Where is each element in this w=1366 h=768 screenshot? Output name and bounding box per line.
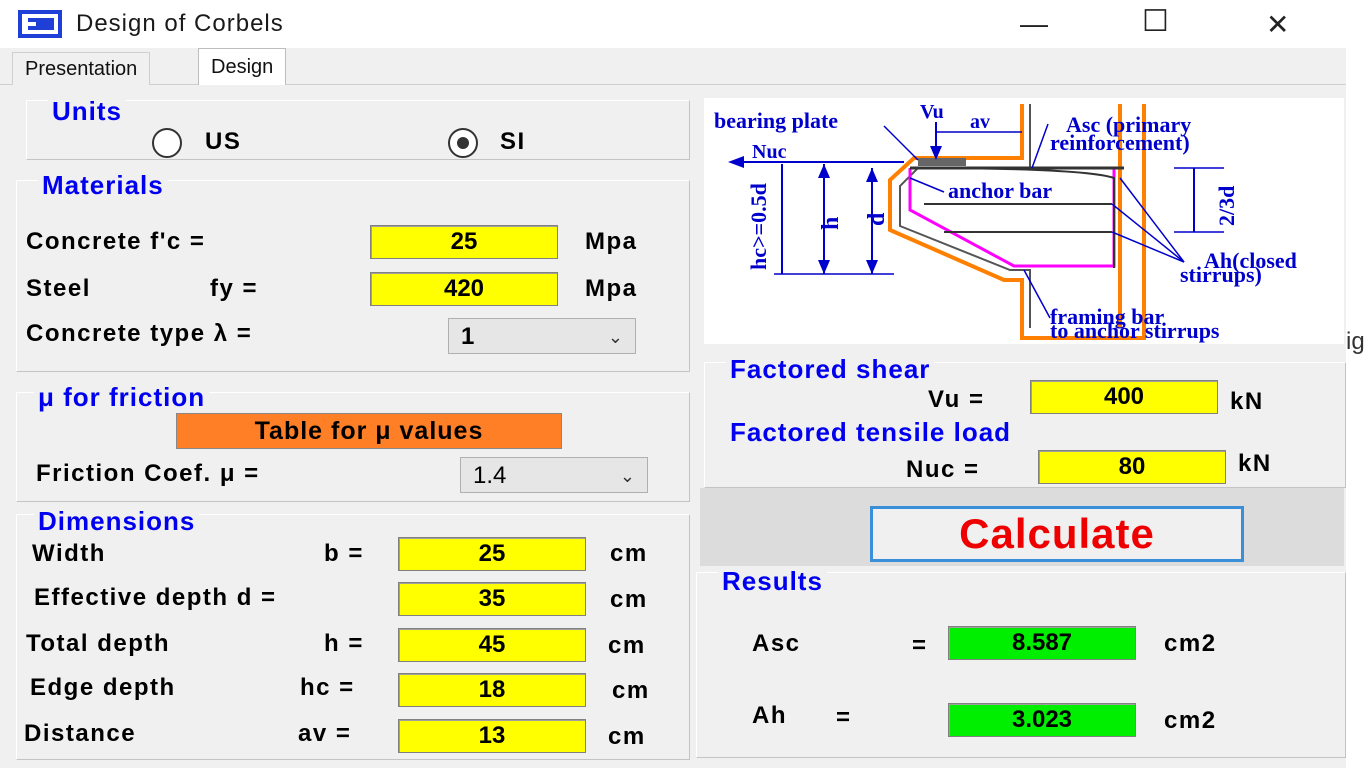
us-radio[interactable] [152,128,182,158]
ah-output: 3.023 [948,703,1136,737]
vu-unit: kN [1230,388,1264,415]
concrete-type-value: 1 [461,323,475,350]
friction-title: μ for friction [34,382,210,413]
chevron-down-icon: ⌄ [607,327,623,347]
background-text: ig [1346,328,1365,355]
close-button[interactable]: ✕ [1266,8,1289,41]
width-symbol: b = [324,540,364,567]
friction-coef-value: 1.4 [473,462,507,489]
tab-design[interactable]: Design [198,48,287,85]
concrete-fc-input[interactable]: 25 [370,225,558,259]
distance-input[interactable]: 13 [398,719,586,753]
asc-unit: cm2 [1164,630,1217,657]
diagram-h-label: h [818,217,844,230]
width-input[interactable]: 25 [398,537,586,571]
total-depth-unit: cm [608,632,646,659]
total-depth-input[interactable]: 45 [398,628,586,662]
calculate-button[interactable]: Calculate [870,506,1244,562]
units-title: Units [48,96,126,127]
total-depth-symbol: h = [324,630,364,657]
window-title: Design of Corbels [76,10,284,37]
distance-label: Distance [24,720,137,747]
us-radio-label[interactable]: US [205,128,241,156]
concrete-label: Concrete f'c = [26,228,206,255]
diagram-ah-label-line2: stirrups) [1180,262,1262,287]
friction-coef-label: Friction Coef. μ = [36,460,260,487]
dimensions-title: Dimensions [34,506,200,537]
corbel-diagram: bearing plate Vu av Asc (primary reinfor… [704,98,1344,344]
concrete-unit: Mpa [585,228,638,255]
effective-depth-input[interactable]: 35 [398,582,586,616]
ah-equals: = [836,704,852,731]
maximize-button[interactable]: ☐ [1142,4,1169,39]
diagram-framing-label-line2: to anchor stirrups [1050,318,1220,343]
asc-output: 8.587 [948,626,1136,660]
vu-input[interactable]: 400 [1030,380,1218,414]
background-window-strip: ig [1346,0,1366,768]
tab-presentation[interactable]: Presentation [12,52,151,85]
asc-equals: = [912,632,928,659]
app-icon [18,10,62,38]
diagram-asc-label-line2: reinforcement) [1050,130,1190,155]
friction-coef-select[interactable]: 1.4 ⌄ [460,457,648,493]
edge-depth-input[interactable]: 18 [398,673,586,707]
si-radio-label[interactable]: SI [500,128,526,156]
minimize-button[interactable]: — [1020,8,1048,40]
factored-tensile-title: Factored tensile load [726,417,1016,448]
nuc-unit: kN [1238,450,1272,477]
concrete-type-label: Concrete type λ = [26,320,253,347]
steel-symbol: fy = [210,275,259,302]
width-unit: cm [610,540,648,567]
diagram-d-label: d [864,212,890,226]
steel-label: Steel [26,275,91,302]
diagram-hc-label: hc>=0.5d [746,183,771,270]
steel-unit: Mpa [585,275,638,302]
effective-depth-unit: cm [610,586,648,613]
results-title: Results [718,566,827,597]
table-for-mu-button[interactable]: Table for μ values [176,413,562,449]
steel-fy-input[interactable]: 420 [370,272,558,306]
diagram-two-thirds-d-label: 2/3d [1214,186,1239,226]
diagram-vu-label: Vu [920,101,944,123]
vu-label: Vu = [928,386,985,413]
width-label: Width [32,540,106,567]
total-depth-label: Total depth [26,630,171,657]
materials-title: Materials [38,170,168,201]
edge-depth-unit: cm [612,677,650,704]
nuc-input[interactable]: 80 [1038,450,1226,484]
effective-depth-label: Effective depth d = [34,584,277,611]
edge-depth-symbol: hc = [300,674,355,701]
nuc-label: Nuc = [906,456,980,483]
distance-unit: cm [608,723,646,750]
si-radio[interactable] [448,128,478,158]
diagram-av-label: av [970,111,990,133]
edge-depth-label: Edge depth [30,674,176,701]
chevron-down-icon: ⌄ [619,466,635,486]
ah-unit: cm2 [1164,707,1217,734]
distance-symbol: av = [298,720,352,747]
diagram-bearing-plate-label: bearing plate [714,108,838,133]
diagram-anchor-bar-label: anchor bar [948,178,1052,203]
ah-label: Ah [752,702,787,729]
diagram-nuc-label: Nuc [752,141,787,163]
asc-label: Asc [752,630,801,657]
concrete-type-select[interactable]: 1 ⌄ [448,318,636,354]
si-radio-selected-dot [457,137,469,149]
factored-shear-title: Factored shear [726,354,935,385]
